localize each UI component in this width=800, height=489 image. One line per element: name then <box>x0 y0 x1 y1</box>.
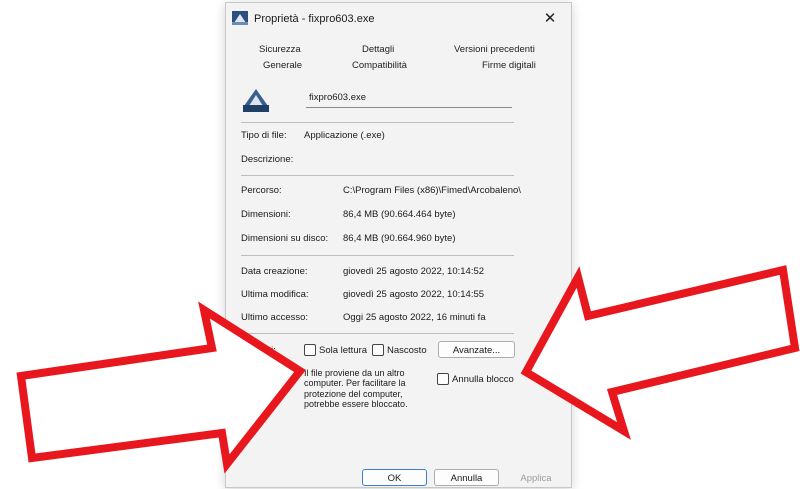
readonly-checkbox-label: Sola lettura <box>319 344 368 356</box>
readonly-checkbox[interactable]: Sola lettura <box>304 344 367 356</box>
ok-button[interactable]: OK <box>362 469 427 486</box>
unblock-checkbox[interactable]: Annulla blocco <box>437 373 514 385</box>
path-value: C:\Program Files (x86)\Fimed\Arcobaleno\… <box>343 185 521 196</box>
hidden-checkbox[interactable]: Nascosto <box>372 344 427 356</box>
path-label: Percorso: <box>241 185 282 196</box>
tab-compatibilita[interactable]: Compatibilità <box>352 60 407 71</box>
close-button[interactable]: ✕ <box>535 7 565 31</box>
size-on-disk-value: 86,4 MB (90.664.960 byte) <box>343 233 456 244</box>
description-label: Descrizione: <box>241 154 294 165</box>
unblock-checkbox-label: Annulla blocco <box>452 373 514 385</box>
apply-button: Applica <box>520 473 552 484</box>
divider <box>241 175 514 176</box>
created-label: Data creazione: <box>241 266 308 277</box>
security-label: Sicurezza: <box>241 368 286 379</box>
advanced-button[interactable]: Avanzate... <box>438 341 515 358</box>
divider <box>241 255 514 256</box>
size-on-disk-label: Dimensioni su disco: <box>241 233 329 244</box>
security-warning-text: Il file proviene da un altro computer. P… <box>304 368 408 410</box>
unblock-checkbox-box[interactable] <box>437 373 449 385</box>
tab-firme-digitali[interactable]: Firme digitali <box>482 60 536 71</box>
file-icon <box>243 86 269 112</box>
tab-versioni-precedenti[interactable]: Versioni precedenti <box>454 44 535 55</box>
created-value: giovedì 25 agosto 2022, 10:14:52 <box>343 266 485 277</box>
properties-dialog: Proprietà - fixpro603.exe ✕ Sicurezza De… <box>225 2 572 488</box>
readonly-checkbox-box[interactable] <box>304 344 316 356</box>
tab-dettagli[interactable]: Dettagli <box>362 44 394 55</box>
divider <box>241 333 514 334</box>
title-bar: Proprietà - fixpro603.exe ✕ <box>226 3 571 35</box>
hidden-checkbox-box[interactable] <box>372 344 384 356</box>
file-name-field[interactable]: fixpro603.exe <box>306 92 512 108</box>
cancel-button[interactable]: Annulla <box>434 469 499 486</box>
modified-label: Ultima modifica: <box>241 289 309 300</box>
type-label: Tipo di file: <box>241 130 287 141</box>
hidden-checkbox-label: Nascosto <box>387 344 427 356</box>
divider <box>241 122 514 123</box>
attributes-label: Attributi: <box>241 345 276 356</box>
type-value: Applicazione (.exe) <box>304 130 385 141</box>
window-title: Proprietà - fixpro603.exe <box>254 13 375 25</box>
modified-value: giovedì 25 agosto 2022, 10:14:55 <box>343 289 485 300</box>
size-label: Dimensioni: <box>241 209 291 220</box>
size-value: 86,4 MB (90.664.464 byte) <box>343 209 456 220</box>
accessed-value: Oggi 25 agosto 2022, 16 minuti fa <box>343 312 486 323</box>
window-app-icon <box>232 11 248 25</box>
tab-sicurezza[interactable]: Sicurezza <box>259 44 301 55</box>
tab-generale[interactable]: Generale <box>263 60 302 71</box>
accessed-label: Ultimo accesso: <box>241 312 309 323</box>
